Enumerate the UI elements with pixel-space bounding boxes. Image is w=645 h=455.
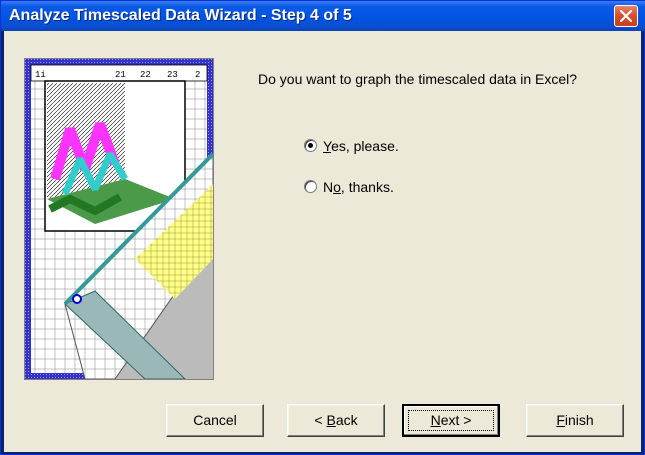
wizard-question: Do you want to graph the timescaled data… bbox=[258, 71, 578, 87]
wizard-illustration: 1i 21 22 23 2 bbox=[24, 58, 215, 380]
close-button[interactable] bbox=[614, 5, 638, 27]
radio-yes-label: Yes, please. bbox=[323, 138, 399, 154]
illus-col-5: 2 bbox=[195, 70, 200, 80]
radio-selected-dot bbox=[308, 143, 313, 148]
illus-col-1: 1i bbox=[35, 70, 46, 80]
chart-grid-illustration: 1i 21 22 23 2 bbox=[25, 59, 215, 380]
finish-button[interactable]: Finish bbox=[526, 404, 624, 437]
radio-yes-circle[interactable] bbox=[304, 139, 317, 152]
wizard-body: 1i 21 22 23 2 Do you want to graph the t… bbox=[4, 31, 641, 452]
back-button[interactable]: < Back bbox=[287, 404, 385, 437]
window-title: Analyze Timescaled Data Wizard - Step 4 … bbox=[9, 7, 352, 24]
illus-col-4: 23 bbox=[167, 70, 178, 80]
wizard-window: Analyze Timescaled Data Wizard - Step 4 … bbox=[0, 0, 645, 455]
radio-no-label: No, thanks. bbox=[323, 179, 394, 195]
title-bar[interactable]: Analyze Timescaled Data Wizard - Step 4 … bbox=[1, 1, 645, 31]
illus-col-3: 22 bbox=[140, 70, 151, 80]
radio-no-circle[interactable] bbox=[304, 180, 317, 193]
close-icon bbox=[620, 10, 632, 22]
illus-col-2: 21 bbox=[115, 70, 126, 80]
cancel-button[interactable]: Cancel bbox=[166, 404, 264, 437]
next-button[interactable]: Next > bbox=[402, 404, 500, 437]
